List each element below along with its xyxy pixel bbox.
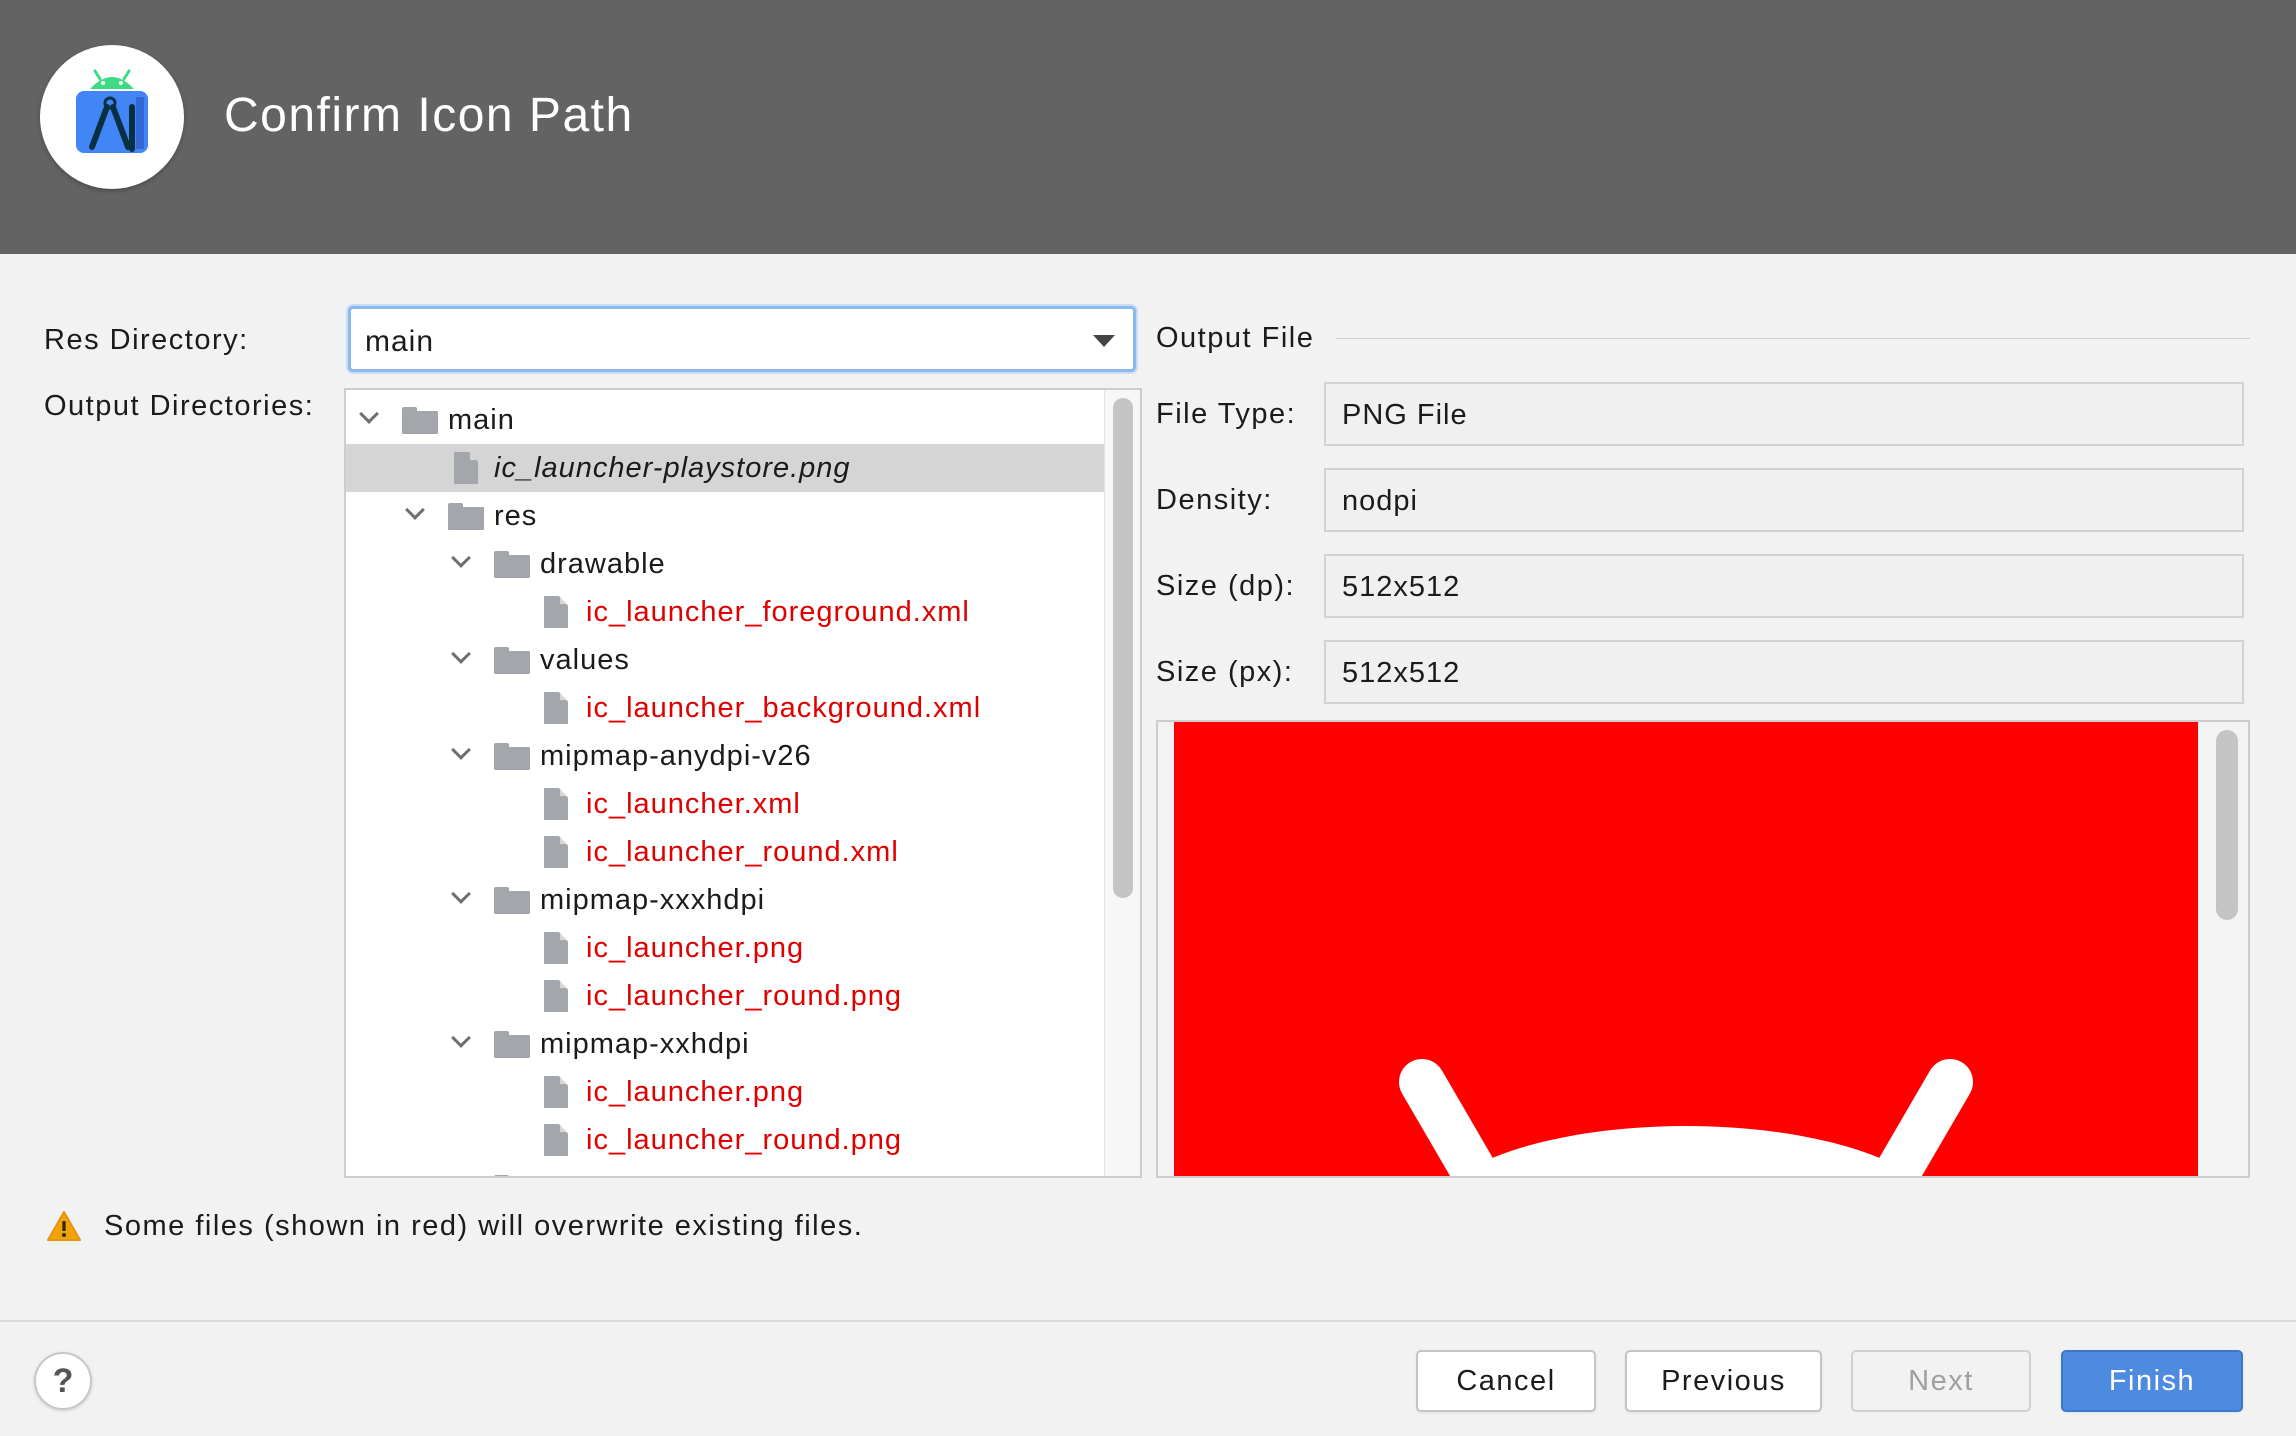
file-icon: [544, 788, 568, 820]
tree-row-mipmap-xxhdpi[interactable]: mipmap-xxhdpi: [346, 1020, 1106, 1068]
size-px-field: 512x512: [1324, 640, 2244, 704]
density-label: Density:: [1156, 484, 1273, 516]
size-px-label: Size (px):: [1156, 656, 1294, 688]
tree-item-label: ic_launcher.png: [586, 1076, 805, 1108]
warning-triangle-icon: [46, 1210, 82, 1247]
folder-icon: [402, 407, 438, 434]
file-icon: [544, 596, 568, 628]
density-value: nodpi: [1342, 485, 1418, 517]
tree-item-label: main: [448, 404, 515, 436]
size-dp-label: Size (dp):: [1156, 570, 1296, 602]
next-button[interactable]: Next: [1851, 1350, 2031, 1412]
help-button[interactable]: ?: [34, 1352, 92, 1410]
tree-scrollbar[interactable]: [1104, 390, 1140, 1176]
folder-icon: [494, 887, 530, 914]
tree-item-label: ic_launcher-playstore.png: [494, 452, 851, 484]
previous-button[interactable]: Previous: [1625, 1350, 1822, 1412]
tree-item-label: ic_launcher_round.png: [586, 1124, 903, 1156]
tree-row-file[interactable]: ic_launcher_round.xml: [346, 828, 1106, 876]
tree-item-label: mipmap-xxhdpi: [540, 1028, 750, 1060]
file-icon: [544, 836, 568, 868]
file-type-field: PNG File: [1324, 382, 2244, 446]
size-dp-field: 512x512: [1324, 554, 2244, 618]
res-directory-value: main: [365, 325, 435, 358]
file-type-label: File Type:: [1156, 398, 1297, 430]
tree-row-file[interactable]: ic_launcher.xml: [346, 780, 1106, 828]
density-field: nodpi: [1324, 468, 2244, 532]
tree-row-file[interactable]: ic_launcher_round.png: [346, 972, 1106, 1020]
file-icon: [544, 1124, 568, 1156]
tree-row-file[interactable]: ic_launcher.png: [346, 1068, 1106, 1116]
folder-icon: [494, 1031, 530, 1058]
tree-item-label: mipmap-xxxhdpi: [540, 884, 766, 916]
folder-icon: [494, 551, 530, 578]
file-icon: [544, 1076, 568, 1108]
tree-item-label: mipmap-anydpi-v26: [540, 740, 812, 772]
icon-preview-image: [1174, 722, 2198, 1176]
finish-button[interactable]: Finish: [2061, 1350, 2243, 1412]
folder-icon: [494, 743, 530, 770]
folder-icon: [494, 1175, 530, 1176]
tree-item-label: ic_launcher_round.xml: [586, 836, 899, 868]
dialog-header: Confirm Icon Path: [0, 0, 2296, 254]
android-studio-logo-icon: [40, 45, 184, 189]
chevron-down-icon[interactable]: [406, 505, 422, 521]
file-icon: [544, 980, 568, 1012]
tree-item-label: res: [494, 500, 538, 532]
chevron-down-icon[interactable]: [452, 649, 468, 665]
tree-row-file[interactable]: ic_launcher_background.xml: [346, 684, 1106, 732]
res-directory-combobox[interactable]: main: [348, 306, 1136, 372]
tree-row-res[interactable]: res: [346, 492, 1106, 540]
chevron-down-icon[interactable]: [452, 745, 468, 761]
icon-preview-panel[interactable]: [1156, 720, 2250, 1178]
tree-item-label: ic_launcher.xml: [586, 788, 801, 820]
section-divider: [1336, 338, 2250, 339]
warning-message: Some files (shown in red) will overwrite…: [104, 1210, 864, 1242]
file-icon: [544, 692, 568, 724]
android-head-icon: [1399, 1059, 1973, 1176]
dialog-title: Confirm Icon Path: [224, 89, 634, 142]
footer-divider: [0, 1320, 2296, 1322]
chevron-down-icon[interactable]: [1093, 335, 1115, 347]
chevron-down-icon[interactable]: [452, 553, 468, 569]
preview-scrollbar-thumb[interactable]: [2216, 730, 2238, 920]
cancel-button[interactable]: Cancel: [1416, 1350, 1596, 1412]
folder-icon: [448, 503, 484, 530]
tree-row-playstore-file[interactable]: ic_launcher-playstore.png: [346, 444, 1106, 492]
tree-item-label: ic_launcher_round.png: [586, 980, 903, 1012]
folder-icon: [494, 647, 530, 674]
file-type-value: PNG File: [1342, 399, 1468, 431]
tree-row-file[interactable]: ic_launcher.png: [346, 924, 1106, 972]
res-directory-label: Res Directory:: [44, 324, 249, 356]
tree-row-mipmap-anydpi-v26[interactable]: mipmap-anydpi-v26: [346, 732, 1106, 780]
tree-item-label: values: [540, 644, 630, 676]
tree-row-main[interactable]: main: [346, 396, 1106, 444]
output-directories-tree[interactable]: main ic_launcher-playstore.png res drawa…: [344, 388, 1142, 1178]
size-px-value: 512x512: [1342, 657, 1461, 689]
tree-scrollbar-thumb[interactable]: [1113, 398, 1133, 898]
tree-item-label: ic_launcher_foreground.xml: [586, 596, 970, 628]
tree-row-partial[interactable]: [346, 1164, 1106, 1176]
tree-item-label: ic_launcher_background.xml: [586, 692, 982, 724]
tree-row-values[interactable]: values: [346, 636, 1106, 684]
tree-item-label: drawable: [540, 548, 666, 580]
output-file-section-title: Output File: [1156, 322, 1315, 354]
output-directories-label: Output Directories:: [44, 390, 315, 422]
tree-row-file[interactable]: ic_launcher_round.png: [346, 1116, 1106, 1164]
tree-row-mipmap-xxxhdpi[interactable]: mipmap-xxxhdpi: [346, 876, 1106, 924]
file-icon: [454, 452, 478, 484]
chevron-down-icon[interactable]: [452, 1033, 468, 1049]
chevron-down-icon[interactable]: [360, 409, 376, 425]
chevron-down-icon[interactable]: [452, 889, 468, 905]
tree-row-file[interactable]: ic_launcher_foreground.xml: [346, 588, 1106, 636]
tree-item-label: ic_launcher.png: [586, 932, 805, 964]
tree-row-drawable[interactable]: drawable: [346, 540, 1106, 588]
size-dp-value: 512x512: [1342, 571, 1461, 603]
file-icon: [544, 932, 568, 964]
